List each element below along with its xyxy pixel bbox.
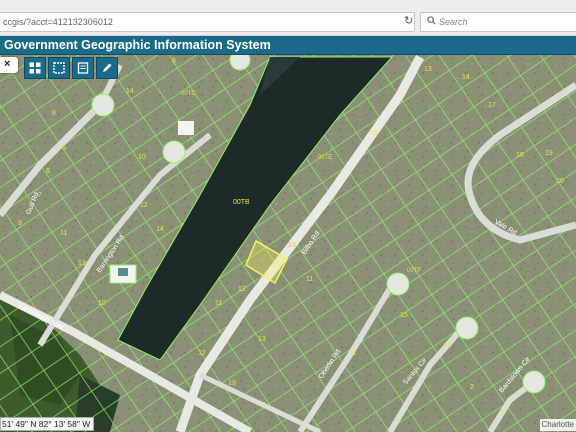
cul-de-sac-1 (91, 93, 115, 117)
left-lot-number: 12 (198, 350, 206, 357)
right-lot-number: 15 (400, 312, 408, 319)
address-bar[interactable]: ccgis/?acct=412132306012 (0, 12, 415, 32)
left-lot-number: 9 (18, 220, 22, 227)
left-lot-number: 14 (156, 226, 164, 233)
right-lot-number: 12 (238, 286, 246, 293)
left-lot-number: 7 (38, 192, 42, 199)
cul-de-sac-2 (162, 140, 186, 164)
left-lot-number: 8 (52, 110, 56, 117)
right-lot-number: 14 (462, 74, 470, 81)
right-lot-number: 3 (352, 350, 356, 357)
left-lot-number: 10 (138, 154, 146, 161)
left-lot-number: 10 (98, 300, 106, 307)
right-lot-number: 19 (545, 150, 553, 157)
water-parcel-label: 00TB (233, 199, 250, 206)
left-lot-number: 5 (62, 145, 66, 152)
selected-parcel-number: 13 (288, 242, 296, 249)
house-2 (178, 121, 194, 135)
left-lot-number: 12 (140, 202, 148, 209)
water-label-te: 00TE (318, 155, 332, 161)
water-label-tf: 00TF (407, 268, 421, 274)
map-attribution: Charlotte (539, 419, 576, 431)
map-toolbar (24, 57, 118, 79)
right-lot-number: 13 (258, 336, 266, 343)
coordinates-readout: 51' 49" N 82° 13' 58" W (0, 417, 95, 431)
cul-de-sac-4 (386, 272, 410, 296)
map-view[interactable]: 00TB 13 00TE 00TC 00TF Gull Rd Barringto… (0, 55, 576, 432)
left-lot-number: 13 (228, 380, 236, 387)
cul-de-sac-3 (229, 55, 251, 71)
left-lot-number: 11 (215, 300, 222, 307)
browser-toolbar: ccgis/?acct=412132306012 ↻ Search (0, 0, 576, 36)
left-lot-number: 13 (78, 260, 86, 267)
document-tool-button[interactable] (72, 57, 94, 79)
left-lot-number: 6 (46, 168, 50, 175)
pencil-icon (103, 63, 112, 72)
close-panel-button[interactable]: × (0, 57, 18, 73)
left-lot-number: 8 (172, 58, 176, 65)
reload-icon[interactable]: ↻ (404, 14, 413, 27)
pool (118, 268, 128, 276)
search-placeholder: Search (439, 17, 468, 27)
right-lot-number: 1 (500, 410, 504, 417)
right-lot-number: 16 (444, 342, 452, 349)
water-label-tc: 00TC (181, 91, 196, 97)
right-lot-number: 13 (424, 66, 432, 73)
grid-tool-button[interactable] (24, 57, 46, 79)
close-icon: × (4, 58, 11, 70)
right-lot-number: 17 (488, 102, 496, 109)
right-lot-number: 18 (516, 152, 524, 159)
aerial-parcel-map[interactable]: 00TB 13 00TE 00TC 00TF Gull Rd Barringto… (0, 55, 576, 432)
right-lot-number: 4 (262, 402, 266, 409)
select-area-icon (53, 62, 65, 74)
grid-icon (29, 62, 41, 74)
draw-tool-button[interactable] (96, 57, 118, 79)
search-icon (427, 16, 436, 25)
app-title: Government Geographic Information System (4, 38, 271, 52)
app-title-bar: Government Geographic Information System (0, 36, 576, 55)
document-icon (77, 62, 89, 74)
cul-de-sac-6 (522, 370, 546, 394)
cul-de-sac-5 (455, 316, 479, 340)
left-lot-number: 11 (60, 230, 67, 237)
right-lot-number: 11 (306, 276, 313, 283)
browser-search-box[interactable]: Search (420, 12, 576, 32)
left-lot-number: 14 (126, 88, 134, 95)
right-lot-number: 10 (370, 130, 378, 137)
right-lot-number: 2 (470, 384, 474, 391)
right-lot-number: 20 (556, 178, 564, 185)
select-area-tool-button[interactable] (48, 57, 70, 79)
